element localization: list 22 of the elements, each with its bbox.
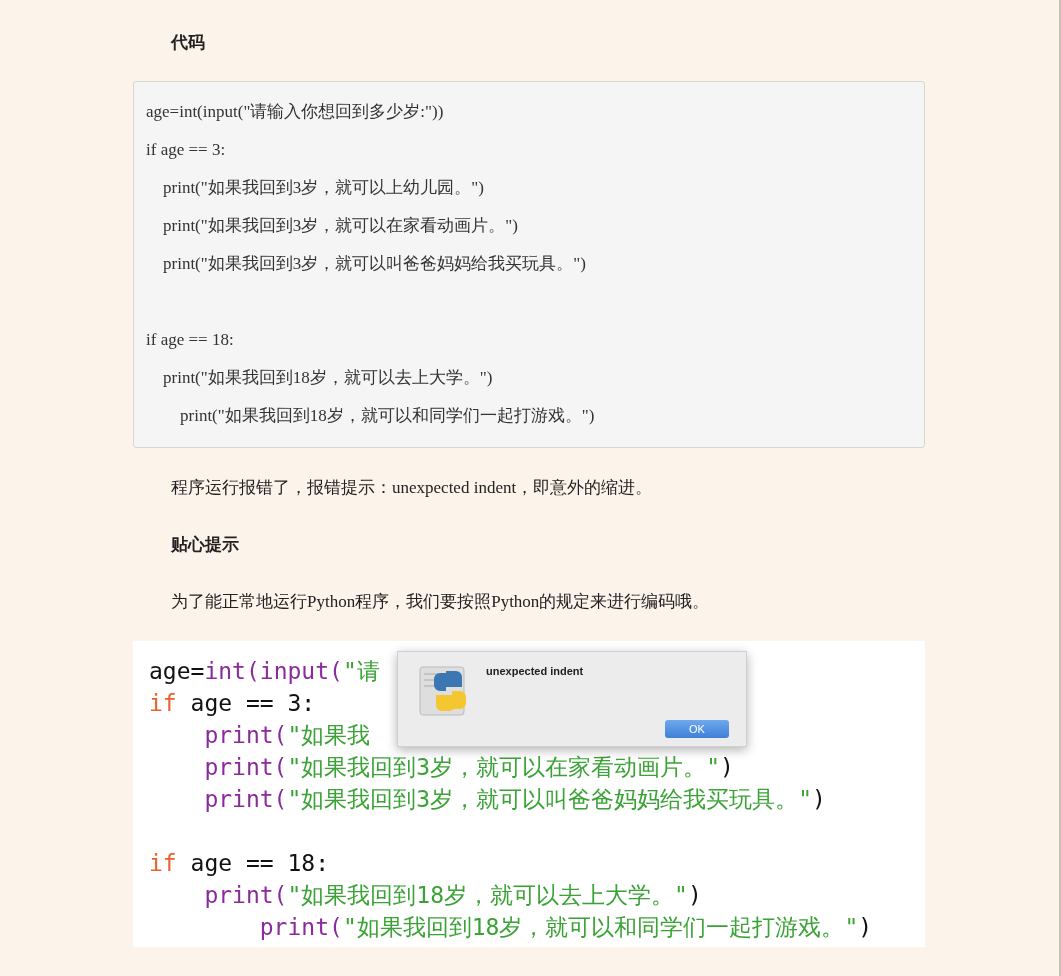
code-line: if age == 18: — [146, 329, 234, 351]
code-line: if age == 18: — [149, 849, 330, 878]
code-line: print("如果我回到18岁，就可以去上大学。") — [203, 881, 702, 910]
code-line: print("如果我回到3岁，就可以上幼儿园。") — [162, 177, 484, 199]
dialog-message: unexpected indent — [486, 664, 584, 678]
code-line: age=int(input("请 — [149, 657, 380, 686]
ok-button[interactable]: OK — [665, 720, 729, 738]
code-line: print("如果我 — [203, 721, 371, 750]
code-line: print("如果我回到3岁，就可以在家看动画片。") — [162, 215, 518, 237]
paragraph: 程序运行报错了，报错提示：unexpected indent，即意外的缩进。 — [171, 477, 653, 499]
code-line: if age == 3: — [149, 689, 316, 718]
code-line: print("如果我回到3岁，就可以在家看动画片。") — [203, 753, 734, 782]
code-line: print("如果我回到18岁，就可以和同学们一起打游戏。") — [258, 913, 873, 942]
code-line: print("如果我回到3岁，就可以叫爸爸妈妈给我买玩具。") — [162, 253, 586, 275]
section-heading: 贴心提示 — [171, 534, 239, 556]
paragraph: 为了能正常地运行Python程序，我们要按照Python的规定来进行编码哦。 — [171, 591, 710, 613]
code-line: age=int(input("请输入你想回到多少岁:")) — [146, 101, 444, 123]
code-line: if age == 3: — [146, 139, 226, 161]
code-line: print("如果我回到3岁，就可以叫爸爸妈妈给我买玩具。") — [203, 785, 826, 814]
code-line: print("如果我回到18岁，就可以去上大学。") — [162, 367, 493, 389]
section-heading: 代码 — [171, 32, 205, 54]
code-line: print("如果我回到18岁，就可以和同学们一起打游戏。") — [179, 405, 595, 427]
